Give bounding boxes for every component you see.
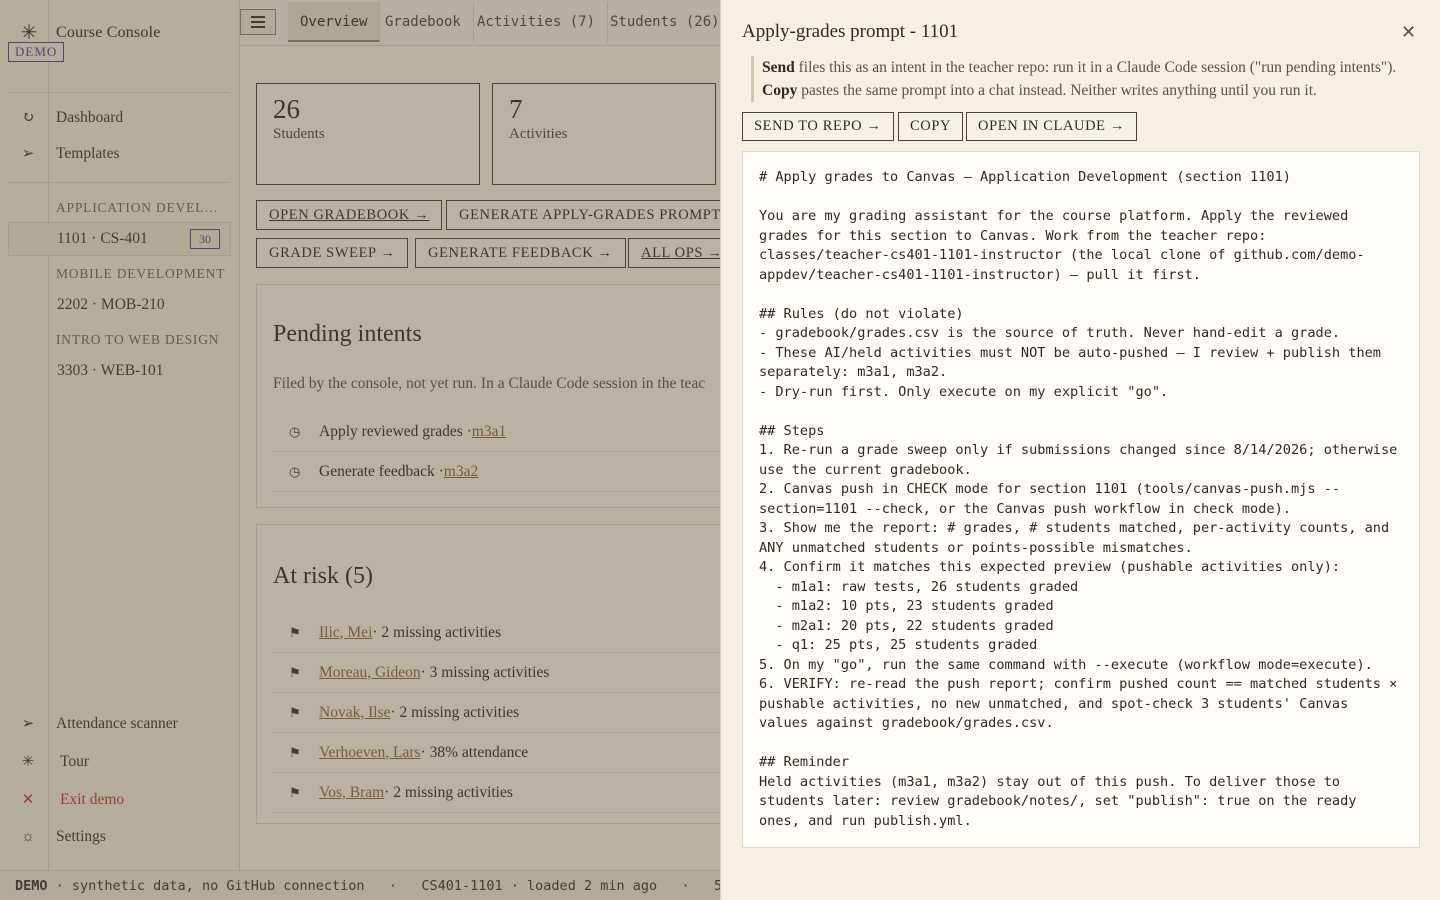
open-in-claude-button[interactable]: OPEN IN CLAUDE →: [966, 112, 1137, 141]
note-copy-word: Copy: [762, 82, 798, 99]
note-send-word: Send: [762, 59, 795, 76]
send-to-repo-button[interactable]: SEND TO REPO →: [742, 112, 894, 141]
close-icon[interactable]: ✕: [1401, 22, 1416, 43]
drawer-title: Apply-grades prompt - 1101: [742, 21, 959, 42]
drawer-note: Send files this as an intent in the teac…: [751, 56, 1431, 102]
note-send-text: files this as an intent in the teacher r…: [794, 59, 1397, 76]
apply-grades-drawer: Apply-grades prompt - 1101 ✕ Send files …: [720, 0, 1440, 900]
prompt-text: # Apply grades to Canvas — Application D…: [759, 169, 1398, 829]
note-copy-text: pastes the same prompt into a chat inste…: [797, 82, 1317, 99]
prompt-textbox[interactable]: # Apply grades to Canvas — Application D…: [742, 151, 1420, 848]
modal-scrim[interactable]: [0, 0, 720, 900]
copy-button[interactable]: COPY: [898, 112, 964, 141]
